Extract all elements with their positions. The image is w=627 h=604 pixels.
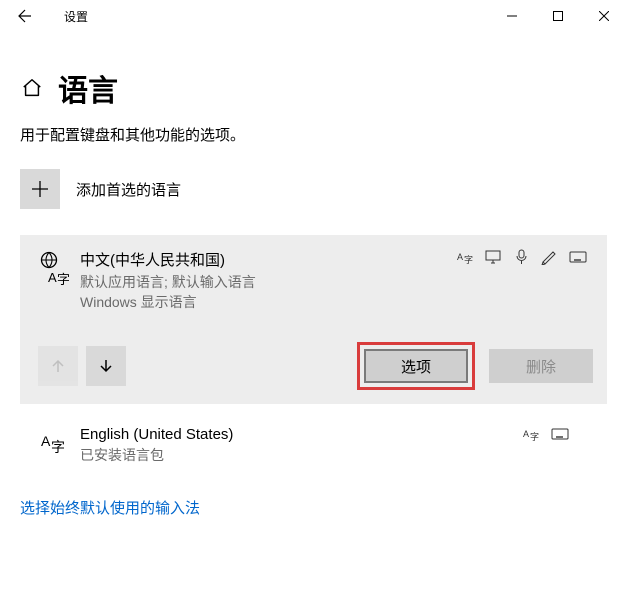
options-label: 选项 — [401, 356, 431, 377]
display-icon — [485, 249, 503, 265]
handwriting-icon — [541, 249, 559, 265]
language-name: 中文(中华人民共和国) — [80, 249, 457, 270]
language-item-english[interactable]: A 字 English (United States) 已安装语言包 A字 — [20, 422, 607, 475]
keyboard-icon — [569, 249, 587, 265]
minimize-button[interactable] — [489, 0, 535, 32]
page-title: 语言 — [58, 66, 118, 110]
svg-text:字: 字 — [464, 254, 473, 265]
close-icon — [599, 11, 609, 21]
svg-text:A: A — [48, 270, 57, 285]
move-down-button[interactable] — [86, 346, 126, 386]
language-feature-icons: A字 — [523, 426, 589, 465]
maximize-button[interactable] — [535, 0, 581, 32]
svg-text:字: 字 — [51, 439, 65, 455]
svg-text:字: 字 — [57, 272, 69, 285]
add-language-label: 添加首选的语言 — [76, 179, 181, 200]
language-name: English (United States) — [80, 426, 523, 443]
arrow-left-icon — [15, 8, 31, 24]
home-icon — [20, 76, 44, 100]
move-up-button — [38, 346, 78, 386]
text-icon: A字 — [457, 249, 475, 265]
svg-text:A: A — [41, 433, 51, 449]
microphone-icon — [513, 249, 531, 265]
page-header: 语言 — [20, 66, 607, 110]
language-subtitle-2: Windows 显示语言 — [80, 292, 457, 312]
language-feature-icons: A字 — [457, 249, 593, 312]
close-button[interactable] — [581, 0, 627, 32]
text-icon: A字 — [523, 426, 541, 442]
arrow-down-icon — [98, 358, 114, 374]
svg-text:A: A — [523, 429, 529, 439]
default-ime-link[interactable]: 选择始终默认使用的输入法 — [20, 497, 200, 518]
window-title: 设置 — [46, 8, 88, 25]
options-highlight: 选项 — [357, 342, 475, 390]
language-item-chinese[interactable]: A 字 中文(中华人民共和国) 默认应用语言; 默认输入语言 Windows 显… — [20, 235, 607, 404]
svg-text:A: A — [457, 252, 463, 262]
maximize-icon — [553, 11, 563, 21]
options-button[interactable]: 选项 — [364, 349, 468, 383]
language-subtitle-1: 默认应用语言; 默认输入语言 — [80, 272, 457, 292]
keyboard-icon — [551, 426, 569, 442]
language-subtitle-1: 已安装语言包 — [80, 445, 523, 465]
titlebar: 设置 — [0, 0, 627, 32]
az-icon: A 字 — [38, 426, 70, 465]
delete-button: 删除 — [489, 349, 593, 383]
plus-icon — [20, 169, 60, 209]
page-description: 用于配置键盘和其他功能的选项。 — [20, 124, 607, 145]
back-button[interactable] — [0, 0, 46, 32]
minimize-icon — [507, 11, 517, 21]
globe-az-icon: A 字 — [38, 249, 70, 312]
arrow-up-icon — [50, 358, 66, 374]
svg-text:字: 字 — [530, 431, 539, 442]
delete-label: 删除 — [526, 356, 556, 377]
add-language-button[interactable]: 添加首选的语言 — [20, 169, 607, 209]
